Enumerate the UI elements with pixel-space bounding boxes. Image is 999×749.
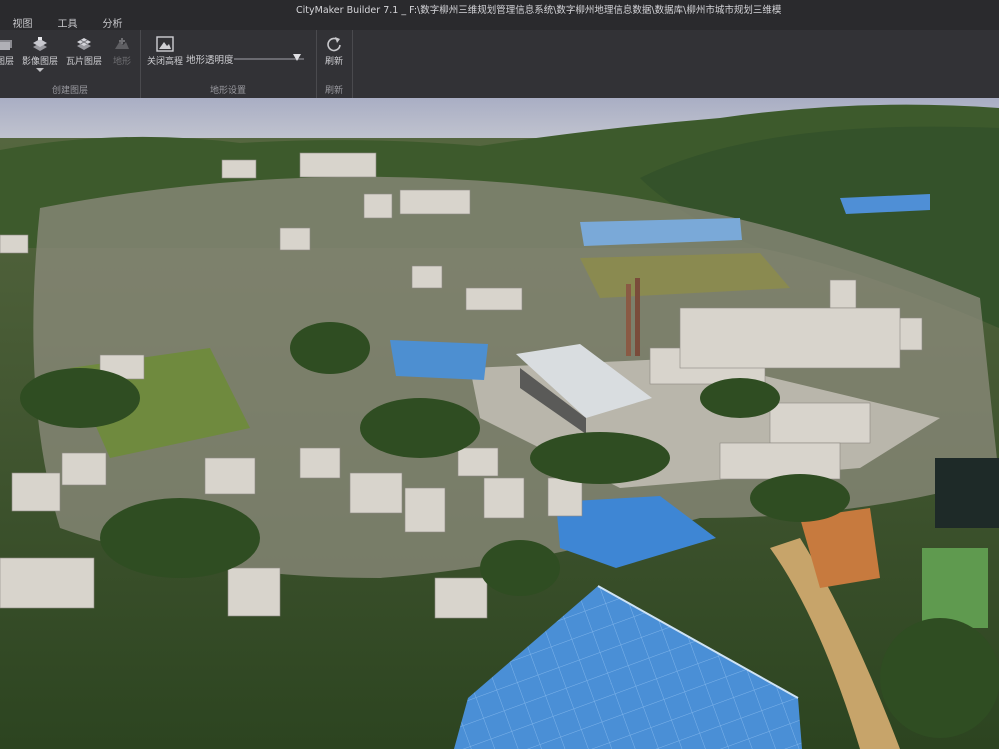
3d-scene-viewport[interactable] — [0, 98, 999, 749]
layer-icon — [0, 40, 12, 50]
title-bar: 视图 工具 分析 CityMaker Builder 7.1 _ F:\数字柳州… — [0, 0, 999, 30]
chimney — [626, 284, 631, 356]
ribbon-group-create-layer: 图层 影像图层 瓦片图层 地形 创建图层 — [0, 30, 141, 98]
dark-structure — [935, 458, 999, 528]
terrain-button[interactable]: 地形 — [108, 36, 136, 67]
group-label-create-layer: 创建图层 — [51, 86, 88, 96]
close-elevation-button[interactable]: 关闭高程 — [146, 36, 184, 67]
dropdown-arrow-icon — [36, 68, 44, 72]
tile-layer-icon — [77, 38, 91, 50]
blue-roof-building — [390, 340, 488, 380]
green-field — [922, 548, 988, 628]
menu-bar: 视图 工具 分析 — [0, 15, 135, 30]
refresh-icon — [327, 37, 341, 52]
layer-button[interactable]: 图层 — [0, 36, 16, 67]
chimney — [635, 278, 640, 356]
terrain-icon — [115, 38, 129, 49]
image-layer-button[interactable]: 影像图层 — [20, 36, 60, 72]
menu-tools[interactable]: 工具 — [45, 15, 90, 30]
ribbon-toolbar: 图层 影像图层 瓦片图层 地形 创建图层 地形设置 关闭高程 地形透明度 刷新 — [0, 30, 999, 99]
refresh-button[interactable]: 刷新 — [318, 36, 350, 67]
group-label-refresh: 刷新 — [324, 86, 343, 96]
menu-view[interactable]: 视图 — [0, 15, 45, 30]
terrain-transparency-slider[interactable] — [234, 54, 306, 64]
group-label-terrain-settings: 地形设置 — [209, 86, 246, 96]
elevation-image-icon — [156, 36, 174, 52]
terrain-transparency-label: 地形透明度 — [186, 55, 234, 66]
window-title: CityMaker Builder 7.1 _ F:\数字柳州三维规划管理信息系… — [296, 5, 782, 16]
image-layer-icon — [33, 37, 47, 51]
slider-thumb[interactable] — [293, 54, 301, 61]
menu-analysis[interactable]: 分析 — [90, 15, 135, 30]
tile-layer-button[interactable]: 瓦片图层 — [64, 36, 104, 67]
